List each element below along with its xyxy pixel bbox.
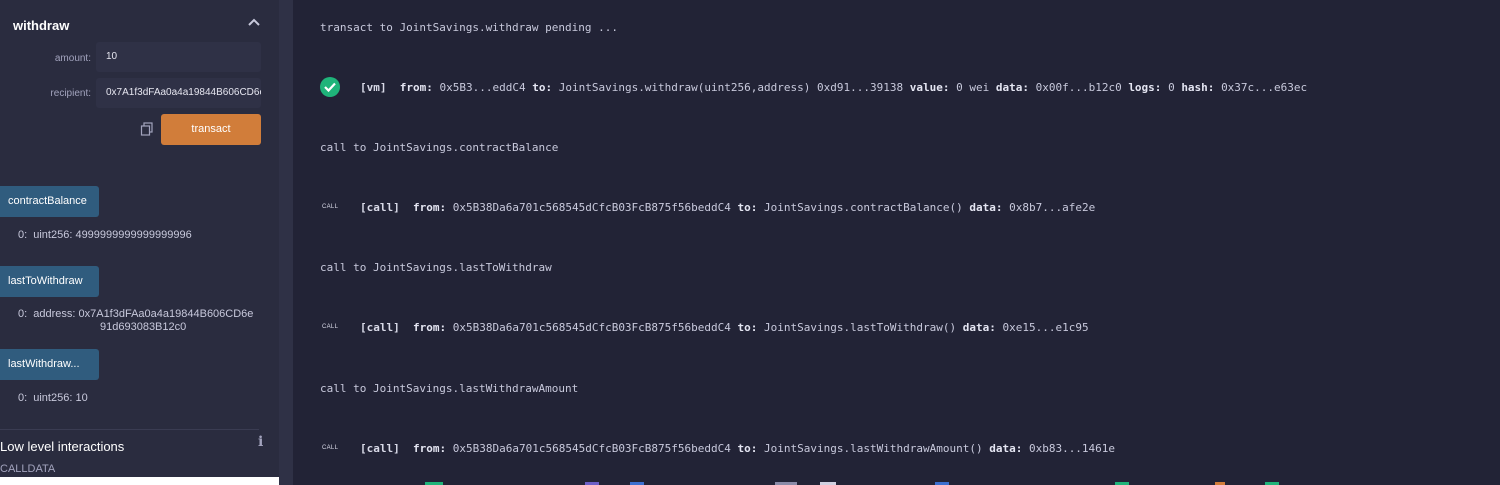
- tx-log-line[interactable]: [vm] from: 0x5B3...eddC4 to: JointSaving…: [360, 81, 1307, 94]
- call-log-line[interactable]: [call] from: 0x5B38Da6a701c568545dCfcB03…: [360, 442, 1115, 455]
- call-data: 0xb83...1461e: [1028, 442, 1116, 455]
- call-tag: [call]: [360, 442, 400, 455]
- terminal: [293, 0, 1500, 485]
- data-label: data:: [969, 201, 1003, 214]
- tx-to: JointSavings.withdraw(uint256,address) 0…: [558, 81, 904, 94]
- from-label: from:: [413, 201, 447, 214]
- calldata-label: CALLDATA: [0, 463, 56, 475]
- hash-label: hash:: [1181, 81, 1215, 94]
- tx-hash: 0x37c...e63ec: [1221, 81, 1308, 94]
- call-data: 0xe15...e1c95: [1002, 321, 1089, 334]
- from-label: from:: [413, 321, 447, 334]
- last-to-withdraw-output-cont: 91d693083B12c0: [100, 321, 187, 333]
- call-from: 0x5B38Da6a701c568545dCfcB03FcB875f56bedd…: [452, 321, 731, 334]
- amount-label: amount:: [54, 53, 91, 64]
- contract-balance-button[interactable]: contractBalance: [0, 186, 99, 217]
- last-withdraw-amount-button[interactable]: lastWithdraw...: [0, 349, 99, 380]
- call-header: call to JointSavings.lastToWithdraw: [320, 261, 552, 274]
- amount-input[interactable]: 10: [96, 42, 261, 72]
- call-icon: CALL: [322, 204, 339, 210]
- calldata-input[interactable]: [0, 477, 315, 485]
- output-key: 0:: [18, 392, 28, 404]
- tx-tag: [vm]: [360, 81, 387, 94]
- terminal-toolbar-edge: [425, 482, 1279, 485]
- tx-logs: 0: [1168, 81, 1175, 94]
- call-data: 0x8b7...afe2e: [1009, 201, 1096, 214]
- call-from: 0x5B38Da6a701c568545dCfcB03FcB875f56bedd…: [452, 442, 731, 455]
- logs-label: logs:: [1128, 81, 1162, 94]
- recipient-label: recipient:: [50, 88, 91, 99]
- output-key: 0:: [18, 308, 28, 320]
- call-icon: CALL: [322, 324, 339, 330]
- last-to-withdraw-button[interactable]: lastToWithdraw: [0, 266, 99, 297]
- data-label: data:: [989, 442, 1023, 455]
- recipient-input[interactable]: 0x7A1f3dFAa0a4a19844B606CD6e: [96, 78, 261, 108]
- call-to: JointSavings.contractBalance(): [764, 201, 963, 214]
- low-level-title: Low level interactions: [0, 439, 125, 454]
- to-label: to:: [737, 321, 758, 334]
- chevron-up-icon[interactable]: [247, 17, 261, 27]
- data-label: data:: [995, 81, 1029, 94]
- tx-from: 0x5B3...eddC4: [439, 81, 526, 94]
- function-title: withdraw: [13, 18, 70, 33]
- terminal-pending-line: transact to JointSavings.withdraw pendin…: [320, 21, 619, 34]
- from-label: from:: [413, 442, 447, 455]
- last-to-withdraw-output: 0: address: 0x7A1f3dFAa0a4a19844B606CD6e: [18, 308, 253, 320]
- output-value: address: 0x7A1f3dFAa0a4a19844B606CD6e: [33, 308, 254, 320]
- output-key: 0:: [18, 229, 28, 241]
- call-from: 0x5B38Da6a701c568545dCfcB03FcB875f56bedd…: [452, 201, 731, 214]
- call-tag: [call]: [360, 201, 400, 214]
- call-to: JointSavings.lastWithdrawAmount(): [764, 442, 983, 455]
- call-log-line[interactable]: [call] from: 0x5B38Da6a701c568545dCfcB03…: [360, 201, 1095, 214]
- call-header: call to JointSavings.contractBalance: [320, 141, 559, 154]
- contract-balance-output: 0: uint256: 4999999999999999996: [18, 229, 192, 241]
- success-check-icon: [320, 77, 340, 97]
- to-label: to:: [737, 201, 758, 214]
- call-header: call to JointSavings.lastWithdrawAmount: [320, 382, 579, 395]
- deploy-run-panel: withdraw amount: 10 recipient: 0x7A1f3dF…: [0, 0, 279, 485]
- to-label: to:: [737, 442, 758, 455]
- info-icon[interactable]: i: [258, 434, 263, 450]
- output-value: uint256: 4999999999999999996: [33, 229, 192, 241]
- data-label: data:: [962, 321, 996, 334]
- section-divider: [0, 429, 259, 430]
- call-log-line[interactable]: [call] from: 0x5B38Da6a701c568545dCfcB03…: [360, 321, 1089, 334]
- call-icon: CALL: [322, 445, 339, 451]
- copy-icon[interactable]: [140, 122, 154, 136]
- value-label: value:: [909, 81, 950, 94]
- transact-button[interactable]: transact: [161, 114, 261, 145]
- call-tag: [call]: [360, 321, 400, 334]
- tx-value: 0 wei: [956, 81, 990, 94]
- panel-resizer[interactable]: [279, 0, 293, 485]
- tx-data: 0x00f...b12c0: [1035, 81, 1122, 94]
- from-label: from:: [399, 81, 433, 94]
- call-to: JointSavings.lastToWithdraw(): [764, 321, 957, 334]
- to-label: to:: [532, 81, 553, 94]
- last-withdraw-amount-output: 0: uint256: 10: [18, 392, 88, 404]
- output-value: uint256: 10: [33, 392, 88, 404]
